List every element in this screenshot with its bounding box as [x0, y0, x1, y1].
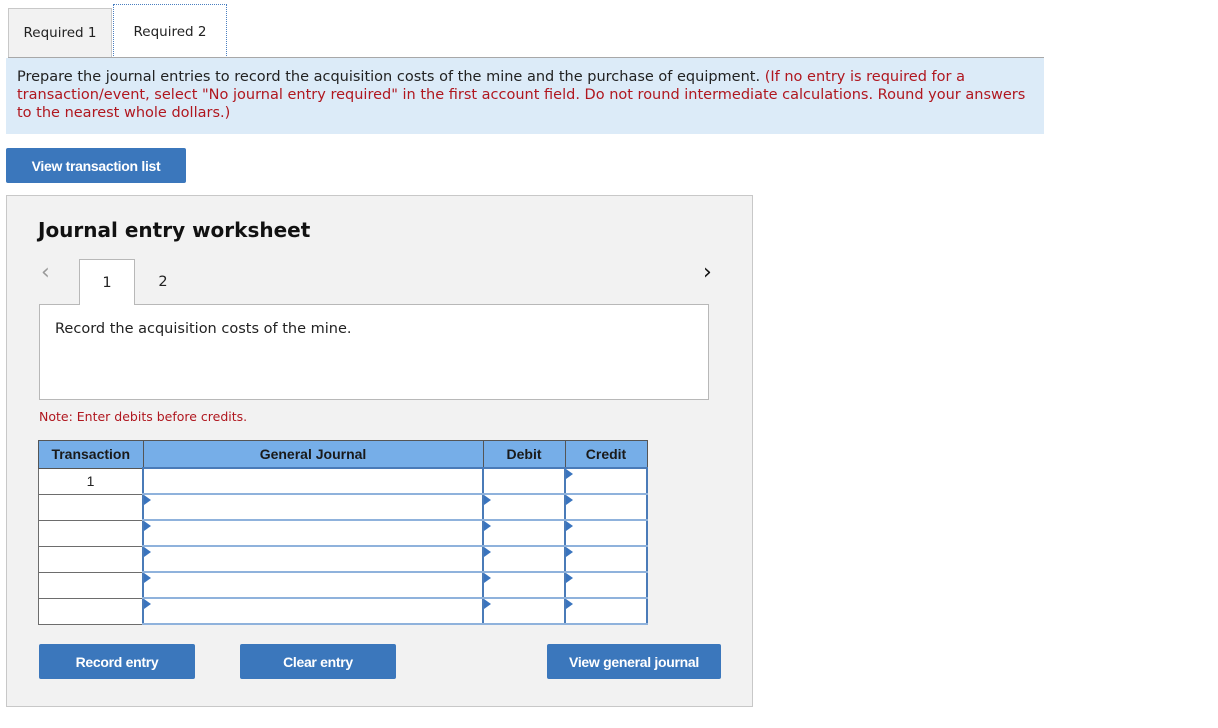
table-row [38, 519, 648, 547]
debit-field[interactable] [482, 597, 566, 625]
transaction-description: Record the acquisition costs of the mine… [39, 304, 709, 400]
account-field[interactable] [142, 493, 484, 521]
account-field[interactable] [142, 467, 484, 495]
description-text: Record the acquisition costs of the mine… [55, 321, 352, 337]
credit-field[interactable] [564, 571, 648, 599]
journal-entry-worksheet: Journal entry worksheet ‹ 1 2 › Record t… [6, 195, 753, 707]
table-header-row: Transaction General Journal Debit Credit [38, 440, 648, 469]
worksheet-page-tab-1[interactable]: 1 [79, 259, 135, 305]
debit-field[interactable] [482, 545, 566, 573]
transaction-cell: 1 [38, 467, 144, 495]
header-credit: Credit [564, 440, 648, 469]
debits-note: Note: Enter debits before credits. [39, 409, 248, 424]
table-row [38, 597, 648, 625]
account-field[interactable] [142, 519, 484, 547]
clear-entry-button[interactable]: Clear entry [240, 644, 396, 679]
view-general-journal-button[interactable]: View general journal [547, 644, 721, 679]
worksheet-title: Journal entry worksheet [38, 218, 311, 242]
account-field[interactable] [142, 597, 484, 625]
tab-required-1[interactable]: Required 1 [8, 8, 112, 57]
header-transaction: Transaction [38, 440, 144, 469]
transaction-cell [38, 571, 144, 599]
instructions-text: Prepare the journal entries to record th… [17, 69, 765, 85]
credit-field[interactable] [564, 519, 648, 547]
journal-table: Transaction General Journal Debit Credit… [38, 440, 648, 625]
table-row [38, 545, 648, 573]
transaction-cell [38, 597, 144, 625]
chevron-right-icon[interactable]: › [703, 260, 712, 285]
credit-field[interactable] [564, 597, 648, 625]
tab-required-2[interactable]: Required 2 [113, 4, 227, 58]
debit-field[interactable] [482, 519, 566, 547]
worksheet-page-tab-2[interactable]: 2 [135, 259, 191, 305]
credit-field[interactable] [564, 545, 648, 573]
table-row [38, 571, 648, 599]
header-debit: Debit [482, 440, 566, 469]
table-row [38, 493, 648, 521]
credit-field[interactable] [564, 493, 648, 521]
view-transaction-list-button[interactable]: View transaction list [6, 148, 186, 183]
instructions-box: Prepare the journal entries to record th… [6, 58, 1044, 134]
transaction-cell [38, 493, 144, 521]
debit-field[interactable] [482, 571, 566, 599]
record-entry-button[interactable]: Record entry [39, 644, 195, 679]
account-field[interactable] [142, 545, 484, 573]
header-general-journal: General Journal [142, 440, 484, 469]
table-row: 1 [38, 467, 648, 495]
account-field[interactable] [142, 571, 484, 599]
transaction-cell [38, 519, 144, 547]
chevron-left-icon[interactable]: ‹ [41, 260, 50, 285]
debit-field[interactable] [482, 467, 566, 495]
debit-field[interactable] [482, 493, 566, 521]
credit-field[interactable] [564, 467, 648, 495]
transaction-cell [38, 545, 144, 573]
